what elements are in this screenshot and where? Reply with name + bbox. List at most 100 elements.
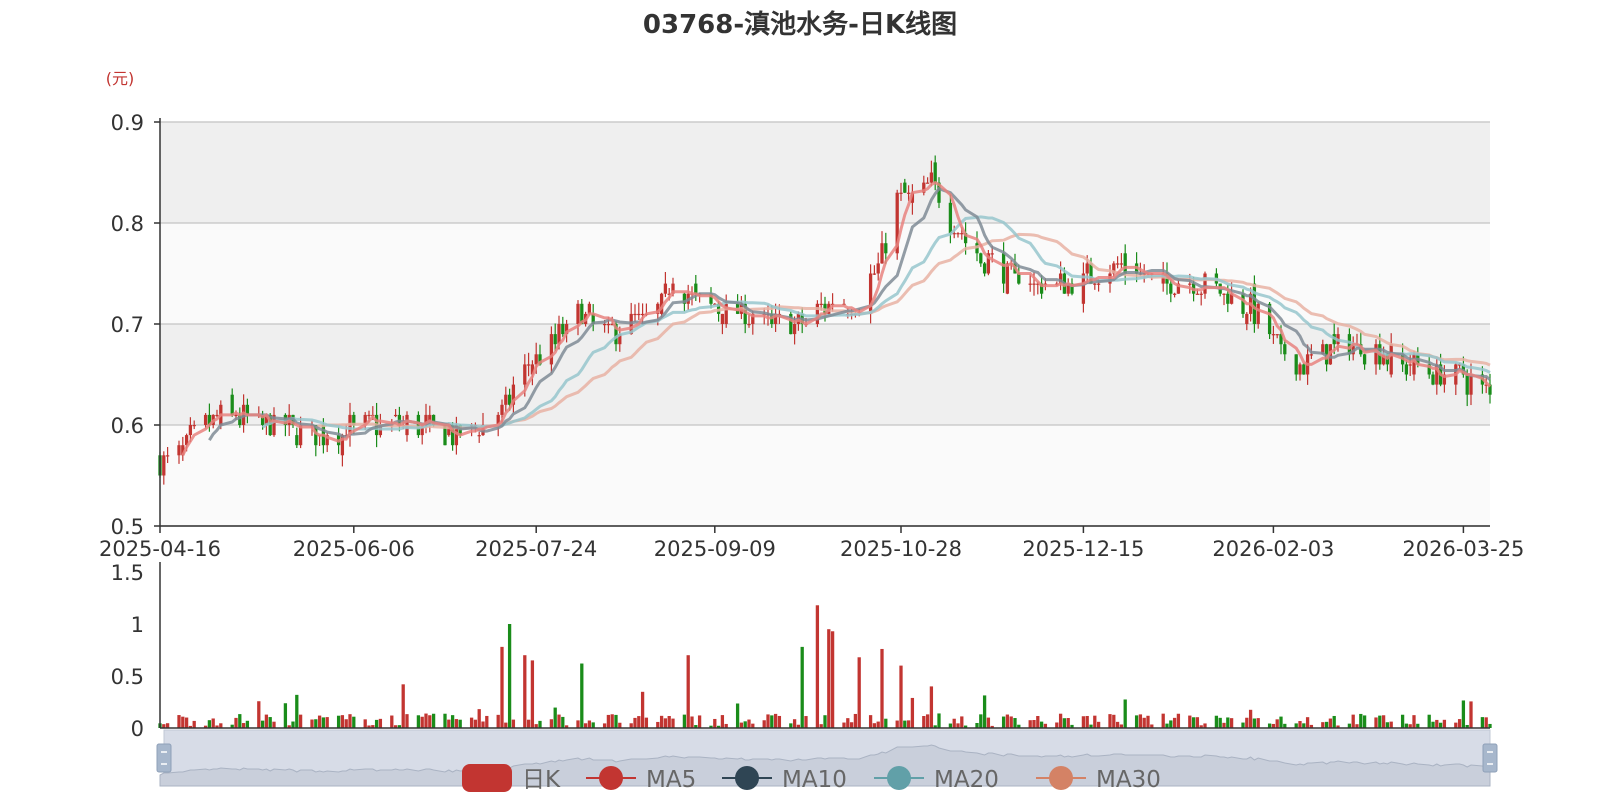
volume-bar xyxy=(428,715,432,728)
candle-body xyxy=(815,303,820,324)
volume-bar xyxy=(310,719,314,728)
x-tick-label: 2025-06-06 xyxy=(293,537,415,561)
volume-bar xyxy=(523,655,527,728)
volume-bar xyxy=(1096,721,1101,728)
candle-body xyxy=(1032,283,1036,285)
volume-bar xyxy=(557,714,561,728)
volume-bar xyxy=(1195,717,1200,728)
volume-bar xyxy=(682,714,687,728)
volume-bar xyxy=(507,624,512,728)
volume-bar xyxy=(416,715,421,728)
volume-bar xyxy=(295,694,299,728)
candle-body xyxy=(203,414,208,425)
candle-body xyxy=(982,263,987,274)
volume-bar xyxy=(618,722,622,728)
candle-body xyxy=(1275,334,1279,336)
candle-body xyxy=(884,243,888,254)
candle-body xyxy=(1188,283,1192,285)
volume-bar xyxy=(1328,718,1333,728)
candle-body xyxy=(1469,374,1473,395)
candle-body xyxy=(192,425,196,427)
volume-bar xyxy=(177,715,181,728)
volume-bar xyxy=(1469,701,1473,728)
volume-bar xyxy=(830,631,835,728)
volume-bar xyxy=(1146,715,1150,728)
volume-bar xyxy=(982,695,987,728)
volume-bar xyxy=(477,709,481,728)
volume-bar xyxy=(352,716,356,728)
legend-item[interactable]: MA30 xyxy=(1036,766,1161,793)
volume-bar xyxy=(1412,715,1416,728)
y-tick-label: 0.9 xyxy=(111,111,144,135)
volume-bar xyxy=(238,714,242,728)
volume-bar xyxy=(553,707,557,728)
candle-body xyxy=(1374,344,1378,365)
volume-bar xyxy=(1188,715,1192,728)
volume-bar xyxy=(1009,716,1013,728)
candle-body xyxy=(177,445,181,456)
volume-bar xyxy=(1013,718,1017,728)
candle-body xyxy=(1028,283,1032,285)
volume-bar xyxy=(363,719,367,728)
volume-bar xyxy=(192,720,196,728)
volume-bar xyxy=(1442,719,1447,728)
volume-bar xyxy=(1480,717,1485,728)
volume-bar xyxy=(1241,722,1245,728)
candle-body xyxy=(1431,374,1435,385)
volume-bar xyxy=(1385,722,1390,728)
volume-bar xyxy=(773,713,778,728)
volume-y-tick-labels: 0 0.5 1 1.5 xyxy=(111,561,144,741)
volume-bar xyxy=(1431,721,1435,728)
volume-bar xyxy=(1457,719,1462,728)
volume-bar xyxy=(1256,718,1260,728)
legend-item[interactable]: MA10 xyxy=(722,766,847,793)
legend-item[interactable]: MA20 xyxy=(874,766,999,793)
volume-bar xyxy=(1389,721,1393,728)
volume-bar xyxy=(257,701,261,728)
candle-body xyxy=(1389,344,1393,375)
candle-body xyxy=(903,182,907,193)
volume-bar xyxy=(1062,718,1067,728)
zoom-handle-left[interactable] xyxy=(156,743,172,773)
volume-bar xyxy=(538,720,542,728)
volume-bar xyxy=(656,721,660,728)
volume-bar xyxy=(291,721,295,728)
volume-bar xyxy=(690,716,694,728)
grid-band xyxy=(160,122,1490,223)
volume-bar xyxy=(454,719,459,728)
candle-body xyxy=(633,313,637,316)
volume-bar xyxy=(405,714,409,728)
candle-body xyxy=(393,414,398,417)
candle-body xyxy=(990,253,994,255)
volume-bar xyxy=(1332,715,1336,728)
volume-bar xyxy=(1362,715,1367,728)
candle-body xyxy=(1256,303,1260,324)
candle-body xyxy=(899,192,903,194)
volume-bar xyxy=(880,648,884,728)
volume-bar xyxy=(340,715,345,728)
volume-bar xyxy=(606,714,611,728)
volume-bar xyxy=(800,646,804,728)
volume-bar xyxy=(530,660,535,728)
volume-bar xyxy=(1381,715,1386,728)
volume-bar xyxy=(1066,718,1070,728)
y-tick-label: 0.7 xyxy=(111,313,144,337)
zoom-handle-right[interactable] xyxy=(1482,743,1498,773)
legend-label: MA20 xyxy=(934,767,999,793)
volume-bar xyxy=(876,721,880,728)
volume-bar xyxy=(1484,717,1488,728)
volume-bar xyxy=(842,722,846,728)
volume-bar xyxy=(549,719,554,728)
candle-body xyxy=(1093,283,1097,285)
volume-bar xyxy=(1321,722,1325,728)
kline-chart: 03768-滇池水务-日K线图 (元) 0.5 0.6 0.7 0.8 0.9 2025… xyxy=(0,0,1600,800)
volume-bar xyxy=(374,719,379,728)
volume-bar xyxy=(1252,718,1257,728)
volume-bar xyxy=(766,714,770,728)
volume-bar xyxy=(1115,721,1120,728)
volume-bar xyxy=(739,722,744,728)
candle-body xyxy=(1298,364,1302,375)
volume-bar xyxy=(344,719,348,728)
volume-bar xyxy=(1142,717,1146,728)
volume-bar xyxy=(496,714,500,728)
